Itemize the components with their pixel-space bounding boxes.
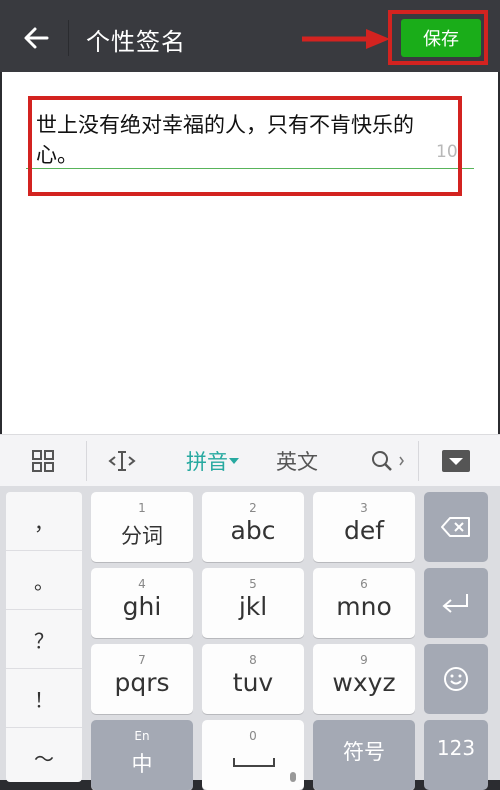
arrow-left-icon <box>24 27 49 49</box>
key-label: tuv <box>232 668 274 697</box>
key-number: 8 <box>249 653 257 667</box>
key-label: pqrs <box>114 668 170 697</box>
lang-small-label: En <box>134 729 150 743</box>
punct-key-exclaim[interactable]: ！ <box>6 669 82 728</box>
key-2[interactable]: 2 abc <box>202 492 304 562</box>
lang-main-label: 中 <box>131 752 153 776</box>
symbol-label: 符号 <box>343 740 385 764</box>
key-9[interactable]: 9 wxyz <box>313 644 415 714</box>
tab-english[interactable]: 英文 <box>268 435 326 487</box>
key-1[interactable]: 1 分词 <box>91 492 193 562</box>
key-number: 4 <box>138 577 146 591</box>
english-label: 英文 <box>276 450 318 474</box>
search-button[interactable] <box>360 435 416 487</box>
keyboard-toolbar: 拼音 英文 <box>0 434 500 486</box>
pinyin-label: 拼音 <box>186 450 228 474</box>
page-title: 个性签名 <box>86 28 186 56</box>
back-button[interactable] <box>14 18 58 58</box>
space-icon <box>233 758 275 767</box>
save-button[interactable]: 保存 <box>401 19 481 57</box>
title-divider <box>68 20 69 56</box>
key-number: 2 <box>249 501 257 515</box>
backspace-icon <box>441 517 470 537</box>
emoji-icon <box>444 667 468 691</box>
key-3[interactable]: 3 def <box>313 492 415 562</box>
key-number: 6 <box>360 577 368 591</box>
enter-icon <box>442 594 468 613</box>
punctuation-column: ， 。 ？ ！ ～ <box>6 492 82 782</box>
key-number: 3 <box>360 501 368 515</box>
grid-icon <box>32 450 54 472</box>
punct-key-comma[interactable]: ， <box>6 492 82 551</box>
microphone-icon <box>290 772 296 782</box>
hide-keyboard-icon <box>442 450 470 472</box>
key-number: 9 <box>360 653 368 667</box>
toolbar-divider <box>418 441 419 481</box>
key-number: 5 <box>249 577 257 591</box>
key-label: 分词 <box>121 524 163 548</box>
key-6[interactable]: 6 mno <box>313 568 415 638</box>
search-icon <box>372 451 404 471</box>
key-7[interactable]: 7 pqrs <box>91 644 193 714</box>
cursor-move-icon <box>108 451 136 471</box>
key-label: jkl <box>238 592 268 621</box>
hide-keyboard-button[interactable] <box>434 435 478 487</box>
punct-key-question[interactable]: ？ <box>6 610 82 669</box>
tab-pinyin[interactable]: 拼音 <box>178 435 248 487</box>
title-bar: 个性签名 保存 <box>0 0 500 72</box>
key-number: 0 <box>249 729 257 743</box>
key-5[interactable]: 5 jkl <box>202 568 304 638</box>
key-8[interactable]: 8 tuv <box>202 644 304 714</box>
punct-key-period[interactable]: 。 <box>6 551 82 610</box>
enter-key[interactable] <box>424 568 488 638</box>
key-label: ghi <box>122 592 162 621</box>
grid-button[interactable] <box>18 435 68 487</box>
key-label: def <box>343 516 385 545</box>
key-label: mno <box>336 592 392 621</box>
key-number: 1 <box>138 501 146 515</box>
text-highlight-box <box>28 96 462 196</box>
keyboard: ， 。 ？ ！ ～ 1 分词 2 abc 3 def 4 ghi 5 jkl 6… <box>0 486 500 790</box>
key-4[interactable]: 4 ghi <box>91 568 193 638</box>
key-label: abc <box>230 516 276 545</box>
signature-editor: 世上没有绝对幸福的人，只有不肯快乐的心。 10 <box>2 72 498 434</box>
annotation-arrow-icon <box>302 29 390 49</box>
number-label: 123 <box>436 736 476 760</box>
key-label: wxyz <box>332 668 396 697</box>
key-number: 7 <box>138 653 146 667</box>
chevron-down-icon <box>229 458 239 464</box>
toolbar-divider <box>86 441 87 481</box>
backspace-key[interactable] <box>424 492 488 562</box>
punct-key-tilde[interactable]: ～ <box>6 728 82 787</box>
emoji-key[interactable] <box>424 644 488 714</box>
cursor-button[interactable] <box>100 435 144 487</box>
